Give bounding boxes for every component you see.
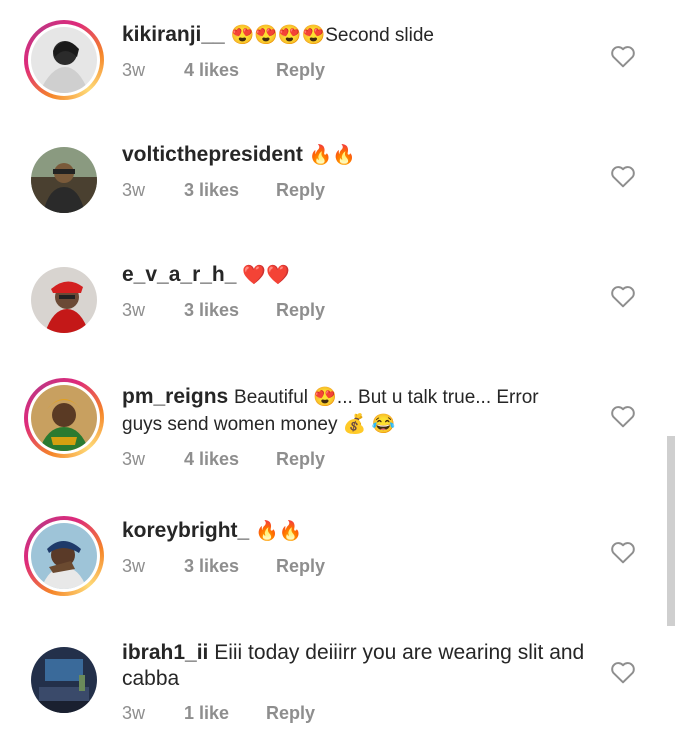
heart-outline-icon[interactable] [610, 284, 636, 308]
reply-button[interactable]: Reply [276, 449, 325, 470]
reply-button[interactable]: Reply [266, 703, 315, 724]
comment-username[interactable]: kikiranji__ [122, 23, 225, 46]
comment-username[interactable]: pm_reigns [122, 385, 228, 408]
heart-outline-icon[interactable] [610, 164, 636, 188]
avatar[interactable] [24, 260, 104, 340]
comment-likes[interactable]: 1 like [184, 703, 266, 724]
comment-likes[interactable]: 4 likes [184, 449, 276, 470]
avatar[interactable] [24, 516, 104, 596]
comments-list: kikiranji__ 😍😍😍😍Second slide 3w 4 likes … [0, 0, 675, 736]
reply-button[interactable]: Reply [276, 180, 325, 201]
reply-button[interactable]: Reply [276, 300, 325, 321]
comment-text: 🔥🔥 [255, 521, 303, 542]
comment-time: 3w [122, 300, 146, 320]
comment-likes[interactable]: 3 likes [184, 300, 276, 321]
comment-time: 3w [122, 556, 146, 576]
avatar[interactable] [24, 20, 104, 100]
comment-username[interactable]: ibrah1_ii [122, 641, 208, 664]
comment-time: 3w [122, 180, 146, 200]
comment-time: 3w [122, 703, 146, 723]
reply-button[interactable]: Reply [276, 556, 325, 577]
comment-text: 🔥🔥 [308, 145, 357, 166]
heart-outline-icon[interactable] [610, 540, 636, 564]
heart-outline-icon[interactable] [610, 404, 636, 428]
avatar[interactable] [24, 140, 104, 220]
comment-likes[interactable]: 3 likes [184, 556, 276, 577]
scrollbar[interactable] [667, 436, 675, 626]
avatar[interactable] [24, 640, 104, 720]
comment-username[interactable]: volticthepresident [122, 143, 303, 166]
comment-likes[interactable]: 3 likes [184, 180, 276, 201]
avatar[interactable] [24, 378, 104, 458]
comment-likes[interactable]: 4 likes [184, 60, 276, 81]
comment-text: 😍😍😍😍Second slide [230, 25, 435, 46]
reply-button[interactable]: Reply [276, 60, 325, 81]
heart-outline-icon[interactable] [610, 660, 636, 684]
comment-username[interactable]: e_v_a_r_h_ [122, 263, 236, 286]
comment-username[interactable]: koreybright_ [122, 519, 249, 542]
comment-time: 3w [122, 449, 146, 469]
comment-text: ❤️❤️ [242, 265, 290, 286]
comment-time: 3w [122, 60, 146, 80]
heart-outline-icon[interactable] [610, 44, 636, 68]
